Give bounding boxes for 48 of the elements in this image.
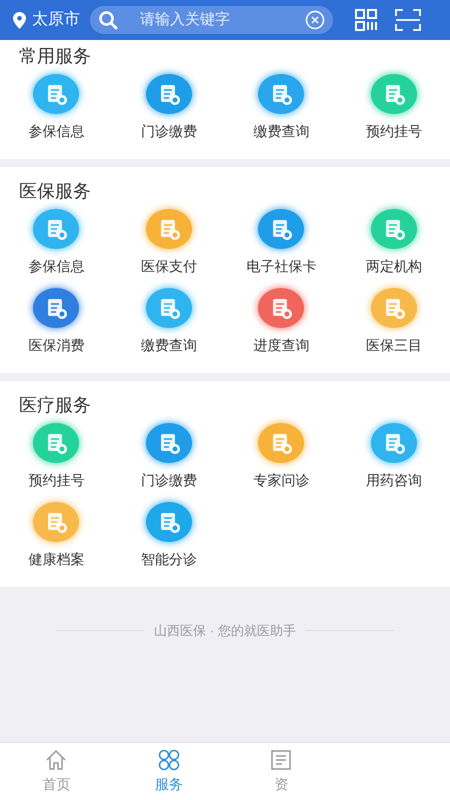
clear-icon[interactable] bbox=[305, 10, 325, 30]
service-label[interactable]: 医保支付 bbox=[140, 256, 197, 277]
service-label[interactable]: 医保消费 bbox=[28, 335, 84, 356]
service-label[interactable]: 健康档案 bbox=[28, 549, 84, 570]
service-label[interactable]: 用药咨询 bbox=[366, 470, 422, 491]
service-label[interactable]: 智能分诊 bbox=[140, 549, 197, 570]
slogan-text: 山西医保 · 您的就医助手 bbox=[154, 622, 296, 640]
document-icon[interactable] bbox=[370, 423, 418, 463]
service-label[interactable]: 两定机构 bbox=[366, 256, 422, 277]
service-label[interactable]: 预约挂号 bbox=[28, 470, 84, 491]
section-title: 常用服务 bbox=[19, 45, 92, 68]
document-icon[interactable] bbox=[32, 209, 80, 249]
service-label[interactable]: 预约挂号 bbox=[366, 121, 422, 142]
document-icon[interactable] bbox=[144, 423, 193, 463]
document-icon[interactable] bbox=[257, 423, 306, 463]
service-label[interactable]: 医保三目 bbox=[366, 335, 422, 356]
search-icon bbox=[98, 10, 118, 30]
document-icon[interactable] bbox=[144, 502, 193, 542]
service-label[interactable]: 参保信息 bbox=[28, 256, 84, 277]
document-icon[interactable] bbox=[32, 288, 80, 328]
city-label[interactable]: 太原市 bbox=[32, 8, 80, 32]
document-icon[interactable] bbox=[257, 74, 306, 114]
service-label[interactable]: 门诊缴费 bbox=[140, 121, 197, 142]
document-icon[interactable] bbox=[32, 423, 80, 463]
document-icon[interactable] bbox=[32, 74, 80, 114]
search-field[interactable]: 请输入关键字 bbox=[90, 6, 333, 34]
service-label[interactable]: 参保信息 bbox=[28, 121, 84, 142]
search-input[interactable]: 请输入关键字 bbox=[140, 8, 299, 32]
document-icon[interactable] bbox=[257, 288, 306, 328]
document-icon[interactable] bbox=[144, 74, 193, 114]
document-icon[interactable] bbox=[370, 74, 418, 114]
document-icon[interactable] bbox=[144, 288, 193, 328]
document-icon[interactable] bbox=[370, 209, 418, 249]
qr-code-icon[interactable] bbox=[354, 8, 378, 32]
document-icon[interactable] bbox=[370, 288, 418, 328]
service-label[interactable]: 缴费查询 bbox=[253, 121, 310, 142]
document-icon[interactable] bbox=[257, 209, 306, 249]
service-label[interactable]: 电子社保卡 bbox=[246, 256, 316, 277]
document-icon[interactable] bbox=[144, 209, 193, 249]
section-title: 医保服务 bbox=[19, 180, 92, 203]
service-label[interactable]: 进度查询 bbox=[253, 335, 310, 356]
service-label[interactable]: 专家问诊 bbox=[253, 470, 310, 491]
location-pin-icon[interactable] bbox=[13, 12, 26, 28]
section-title: 医疗服务 bbox=[19, 394, 92, 417]
document-icon[interactable] bbox=[32, 502, 80, 542]
service-label[interactable]: 门诊缴费 bbox=[140, 470, 197, 491]
service-label[interactable]: 缴费查询 bbox=[140, 335, 197, 356]
scan-icon[interactable] bbox=[395, 9, 421, 31]
